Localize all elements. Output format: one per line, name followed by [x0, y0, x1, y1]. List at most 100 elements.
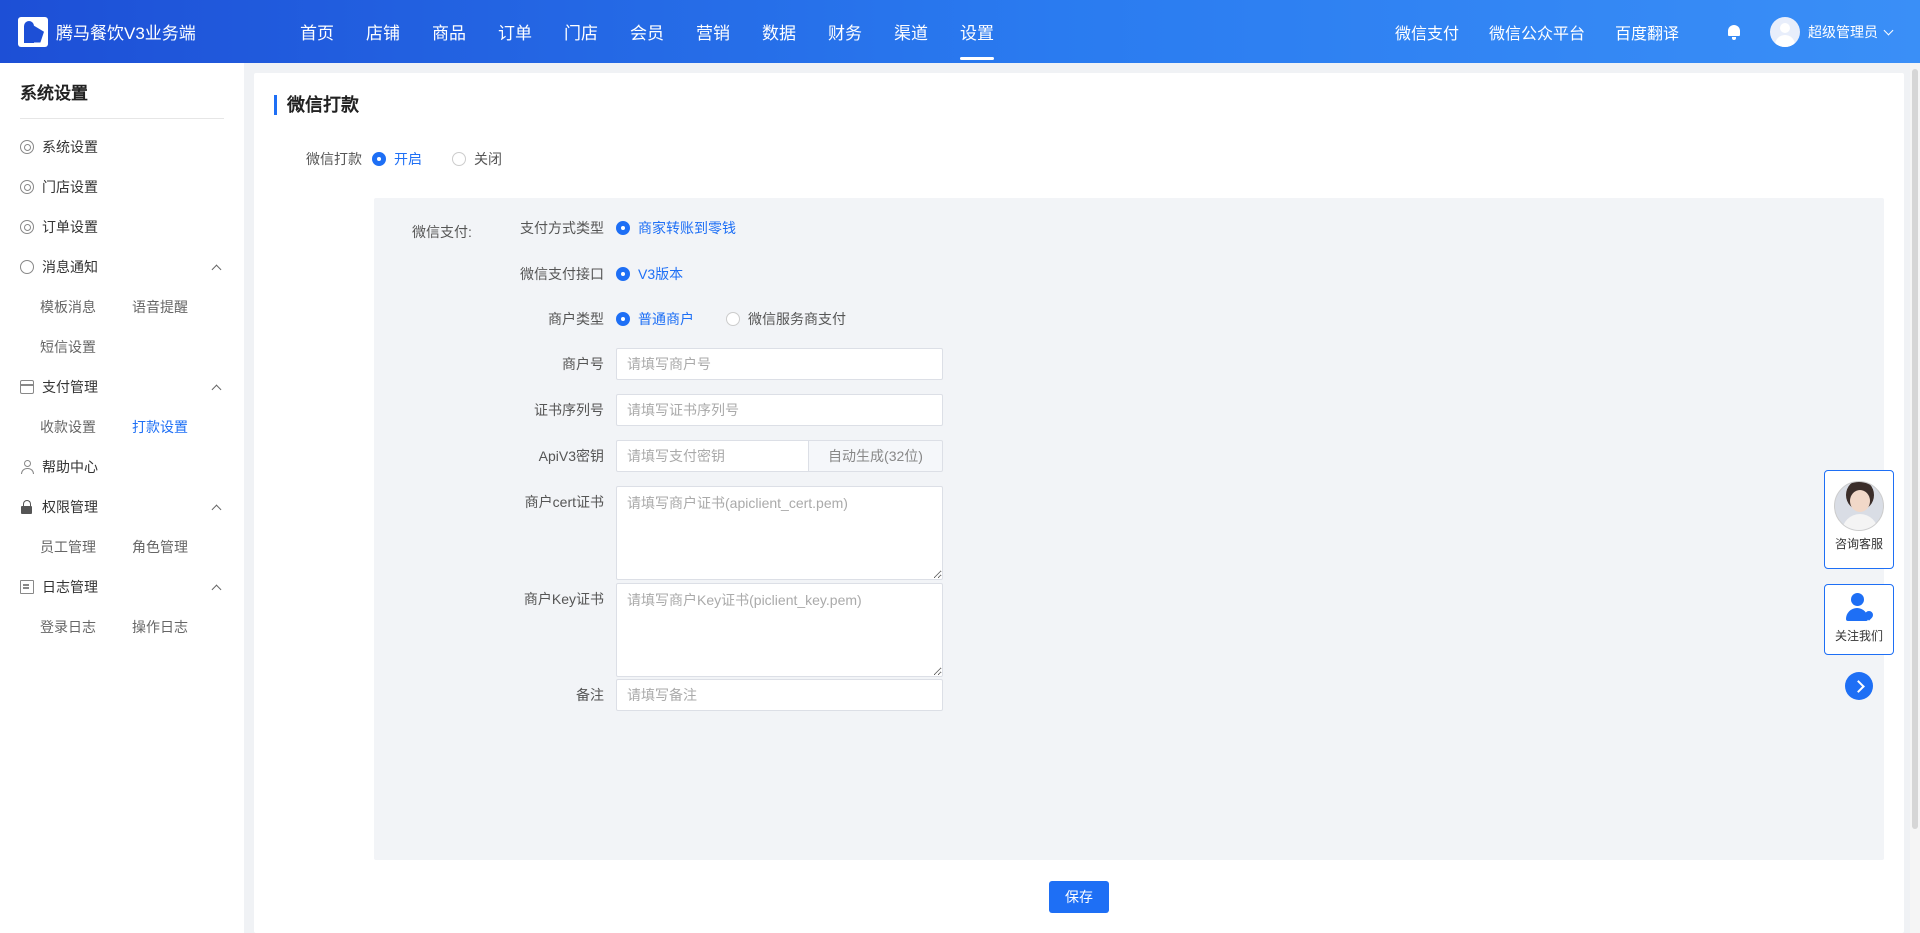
- nav-stores[interactable]: 门店: [548, 0, 614, 63]
- radio-label: 商家转账到零钱: [638, 220, 736, 236]
- sidebar-item-label: 帮助中心: [42, 459, 98, 475]
- sub-row: 登录日志 操作日志: [20, 607, 224, 647]
- remark-label: 备注: [576, 687, 604, 703]
- chevron-up-icon: [211, 384, 222, 394]
- radio-label: 关闭: [474, 151, 502, 167]
- chevron-up-icon: [211, 504, 222, 514]
- merchant-no-label: 商户号: [562, 356, 604, 372]
- bell-icon[interactable]: [1726, 24, 1742, 40]
- sidebar-item-order[interactable]: 订单设置: [20, 207, 224, 247]
- nav-channels[interactable]: 渠道: [878, 0, 944, 63]
- link-wechat-pay[interactable]: 微信支付: [1395, 20, 1459, 44]
- main-content: 微信打款 微信打款 开启 关闭 微信支付: 支付方式类型 商家转账到零钱 微信支…: [254, 73, 1904, 933]
- cert-textarea[interactable]: [616, 486, 943, 580]
- consult-service-card[interactable]: 咨询客服: [1824, 470, 1894, 569]
- radio-dot-icon: [372, 152, 386, 166]
- scrollbar-thumb[interactable]: [1912, 69, 1918, 829]
- sidebar-item-label: 消息通知: [42, 259, 98, 275]
- key-cert-label: 商户Key证书: [523, 591, 604, 607]
- app-title: 腾马餐饮V3业务端: [56, 24, 196, 43]
- nav-members[interactable]: 会员: [614, 0, 680, 63]
- wechat-pay-panel: 微信支付: 支付方式类型 商家转账到零钱 微信支付接口 V3版本 商户类型 普通…: [374, 198, 1884, 860]
- sub-item-receipt-settings[interactable]: 收款设置: [40, 417, 132, 437]
- nav-marketing[interactable]: 营销: [680, 0, 746, 63]
- consult-service-label: 咨询客服: [1834, 537, 1883, 551]
- sidebar-item-system[interactable]: 系统设置: [20, 127, 224, 167]
- row-key-cert: 商户Key证书: [504, 583, 943, 677]
- follow-us-label: 关注我们: [1834, 629, 1883, 643]
- panel-title: 微信支付:: [412, 224, 472, 240]
- radio-label: 微信服务商支付: [748, 311, 846, 327]
- sidebar-item-permission[interactable]: 权限管理: [20, 487, 224, 527]
- sub-item-template-msg[interactable]: 模板消息: [40, 297, 132, 317]
- cert-serial-input[interactable]: [616, 394, 943, 426]
- key-cert-textarea[interactable]: [616, 583, 943, 677]
- follow-us-card[interactable]: 关注我们: [1824, 584, 1894, 655]
- radio-normal-merchant[interactable]: 普通商户: [616, 309, 694, 329]
- heart-icon: [1860, 606, 1878, 624]
- merchant-no-input[interactable]: [616, 348, 943, 380]
- row-apiv3-key: ApiV3密钥 自动生成(32位): [504, 440, 943, 472]
- nav-data[interactable]: 数据: [746, 0, 812, 63]
- nav-home[interactable]: 首页: [284, 0, 350, 63]
- sub-row: 模板消息 语音提醒: [20, 287, 224, 327]
- api-version-label: 微信支付接口: [520, 266, 604, 282]
- sub-item-sms-settings[interactable]: 短信设置: [40, 337, 136, 357]
- nav-shop[interactable]: 店铺: [350, 0, 416, 63]
- follow-user-icon: [1843, 593, 1878, 624]
- pay-type-label: 支付方式类型: [520, 220, 604, 236]
- chevron-right-icon[interactable]: [1845, 672, 1873, 700]
- sidebar-item-store[interactable]: 门店设置: [20, 167, 224, 207]
- sub-item-roles[interactable]: 角色管理: [132, 537, 224, 557]
- sidebar-item-payment[interactable]: 支付管理: [20, 367, 224, 407]
- top-header: 腾马餐饮V3业务端 首页 店铺 商品 订单 门店 会员 营销 数据 财务 渠道 …: [0, 0, 1920, 63]
- sub-item-operation-log[interactable]: 操作日志: [132, 617, 224, 637]
- radio-enable[interactable]: 开启: [372, 149, 422, 169]
- chevron-down-icon: [1883, 25, 1894, 35]
- radio-dot-icon: [452, 152, 466, 166]
- lock-icon: [20, 500, 34, 514]
- link-baidu-translate[interactable]: 百度翻译: [1615, 20, 1679, 44]
- link-wechat-mp[interactable]: 微信公众平台: [1489, 20, 1585, 44]
- nav-settings[interactable]: 设置: [944, 0, 1010, 63]
- nav-goods[interactable]: 商品: [416, 0, 482, 63]
- apiv3-key-input[interactable]: [616, 440, 809, 472]
- remark-input[interactable]: [616, 679, 943, 711]
- save-button[interactable]: 保存: [1049, 881, 1109, 913]
- sidebar-item-log[interactable]: 日志管理: [20, 567, 224, 607]
- sidebar-item-label: 门店设置: [42, 179, 98, 195]
- sidebar-item-label: 系统设置: [42, 139, 98, 155]
- sub-item-voice-alert[interactable]: 语音提醒: [132, 297, 224, 317]
- main-nav: 首页 店铺 商品 订单 门店 会员 营销 数据 财务 渠道 设置: [284, 0, 1010, 63]
- radio-disable[interactable]: 关闭: [452, 149, 502, 169]
- user-icon: [20, 460, 34, 474]
- radio-v3[interactable]: V3版本: [616, 264, 683, 284]
- sidebar-title: 系统设置: [20, 63, 224, 119]
- radio-service-provider[interactable]: 微信服务商支付: [726, 309, 846, 329]
- radio-merchant-transfer[interactable]: 商家转账到零钱: [616, 218, 736, 238]
- horse-logo-icon: [18, 16, 48, 47]
- payment-card-icon: [20, 380, 34, 394]
- user-name[interactable]: 超级管理员: [1808, 22, 1894, 42]
- scrollbar[interactable]: [1910, 63, 1920, 933]
- sub-item-staff[interactable]: 员工管理: [40, 537, 132, 557]
- app-logo[interactable]: 腾马餐饮V3业务端: [0, 16, 260, 47]
- sub-item-payout-settings[interactable]: 打款设置: [132, 417, 224, 437]
- auto-generate-button[interactable]: 自动生成(32位): [809, 440, 943, 472]
- sub-row: 短信设置: [20, 327, 224, 367]
- customer-service-avatar: [1834, 481, 1884, 531]
- user-avatar[interactable]: [1770, 16, 1800, 47]
- sub-item-login-log[interactable]: 登录日志: [40, 617, 132, 637]
- radio-label: 普通商户: [638, 311, 694, 327]
- sidebar-item-help[interactable]: 帮助中心: [20, 447, 224, 487]
- row-merchant-type: 商户类型 普通商户 微信服务商支付: [504, 303, 878, 335]
- sub-row: 员工管理 角色管理: [20, 527, 224, 567]
- nav-orders[interactable]: 订单: [482, 0, 548, 63]
- radio-label: V3版本: [638, 266, 684, 282]
- radio-label: 开启: [394, 151, 422, 167]
- cert-serial-label: 证书序列号: [534, 402, 604, 418]
- cert-label: 商户cert证书: [524, 494, 604, 510]
- sidebar-item-message[interactable]: 消息通知: [20, 247, 224, 287]
- gear-icon: [20, 180, 34, 194]
- nav-finance[interactable]: 财务: [812, 0, 878, 63]
